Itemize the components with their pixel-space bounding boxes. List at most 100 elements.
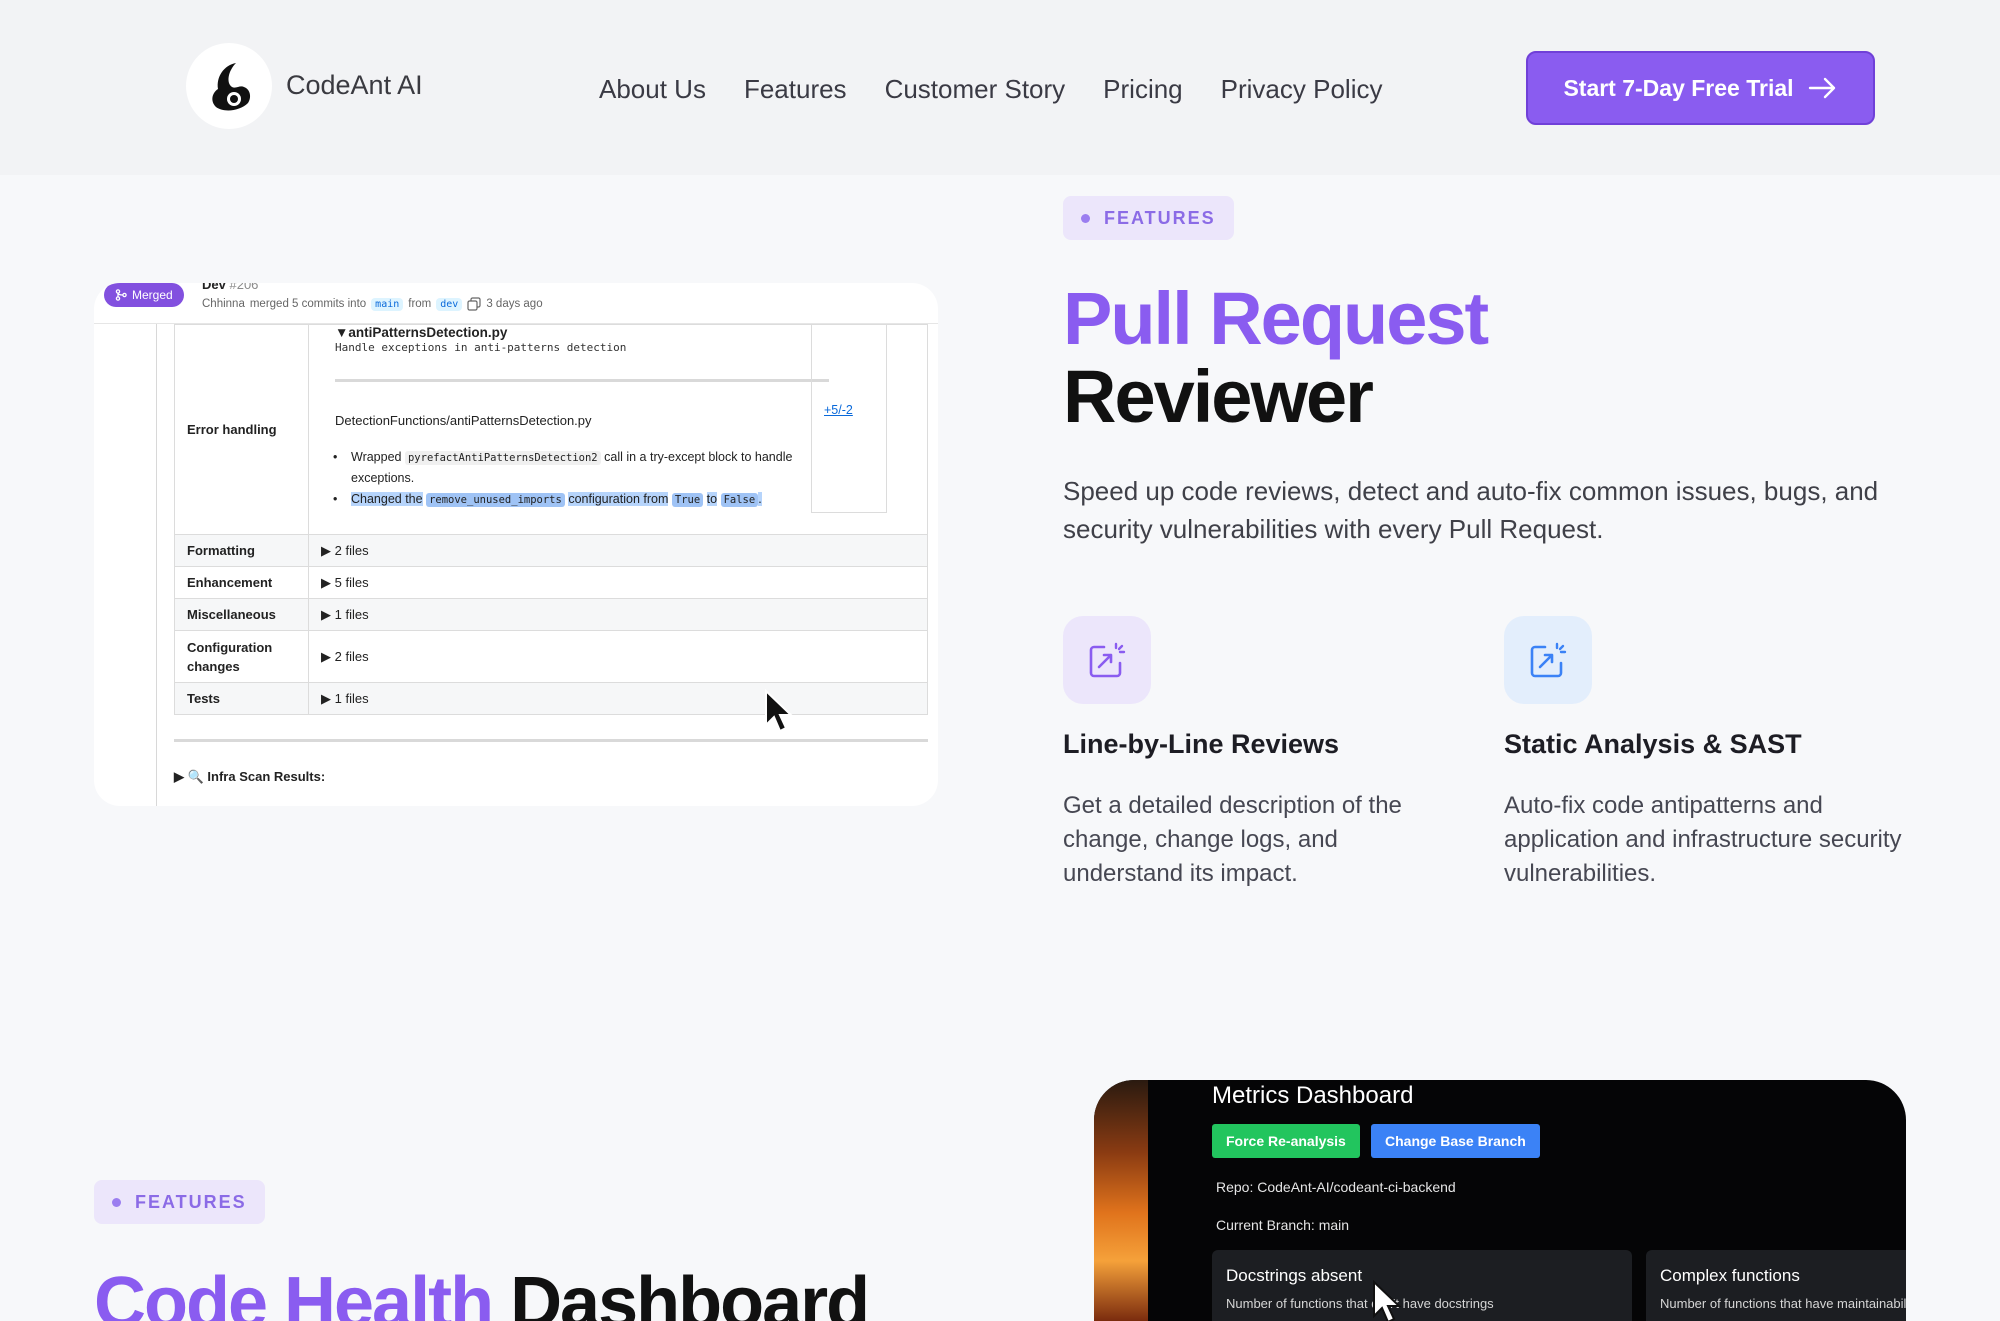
section-title-dark: Reviewer xyxy=(1063,355,1374,438)
bullet-code: pyrefactAntiPatternsDetection2 xyxy=(404,451,601,465)
codeant-logo[interactable] xyxy=(186,43,272,129)
pull-request-screenshot: Merged Dev #206 Chhinna merged 5 commits… xyxy=(94,283,938,806)
features-tag: FEATURES xyxy=(1063,196,1234,240)
pr-author[interactable]: Chhinna xyxy=(202,298,245,310)
files-toggle[interactable]: ▶ 2 files xyxy=(308,630,928,683)
mouse-cursor-icon xyxy=(765,689,794,733)
bullet-text: Changed the xyxy=(351,492,423,506)
head-branch-chip[interactable]: dev xyxy=(436,297,463,311)
tag-label: FEATURES xyxy=(1104,207,1216,228)
file-path: DetectionFunctions/antiPatternsDetection… xyxy=(335,413,592,428)
table-row: Miscellaneous ▶ 1 files xyxy=(174,598,928,631)
diff-link[interactable]: +5/-2 xyxy=(824,403,853,417)
bullet-code: False xyxy=(720,493,759,507)
nav-link-pricing[interactable]: Pricing xyxy=(1103,74,1182,105)
arrow-right-icon xyxy=(1808,77,1835,99)
file-divider xyxy=(335,379,829,382)
table-row: Configuration changes ▶ 2 files xyxy=(174,630,928,683)
table-row: Formatting ▶ 2 files xyxy=(174,534,928,567)
top-navbar: CodeAnt AI About Us Features Customer St… xyxy=(0,0,2000,175)
nav-link-privacy-policy[interactable]: Privacy Policy xyxy=(1221,74,1383,105)
section-title-colored: Pull Request xyxy=(1063,277,1489,360)
file-detail-box: ▼antiPatternsDetection.py Handle excepti… xyxy=(319,325,829,513)
metric-title: Docstrings absent xyxy=(1226,1266,1363,1285)
diff-column: +5/-2 xyxy=(811,325,887,513)
bullet-code: True xyxy=(671,493,704,507)
feature-title: Line-by-Line Reviews xyxy=(1063,729,1340,759)
file-toggle[interactable]: ▼antiPatternsDetection.py xyxy=(335,325,507,340)
tag-label: FEATURES xyxy=(135,1191,247,1212)
files-toggle[interactable]: ▶ 1 files xyxy=(308,682,928,715)
bullet-text: . xyxy=(758,492,762,506)
row-label: Formatting xyxy=(174,534,309,567)
share-box-icon xyxy=(1089,642,1126,678)
nav-link-features[interactable]: Features xyxy=(744,74,847,105)
from-word: from xyxy=(408,298,432,310)
table-row: Enhancement ▶ 5 files xyxy=(174,566,928,599)
metric-desc: Number of functions that have maintainab… xyxy=(1660,1296,1906,1311)
row-label: Miscellaneous xyxy=(174,598,309,631)
pr-subtitle: Chhinna merged 5 commits into main from … xyxy=(202,297,543,311)
feature-icon-box xyxy=(1063,616,1151,704)
change-base-branch-button[interactable]: Change Base Branch xyxy=(1371,1124,1540,1158)
pr-title[interactable]: Dev #206 xyxy=(202,283,258,292)
bullet-text: to xyxy=(706,492,718,506)
file-name: antiPatternsDetection.py xyxy=(348,325,508,340)
change-bullet-highlighted: Changed the remove_unused_imports config… xyxy=(333,489,821,510)
brand-name[interactable]: CodeAnt AI xyxy=(286,70,423,101)
gradient-glow xyxy=(1094,1080,1148,1321)
bullet-code: remove_unused_imports xyxy=(426,493,565,507)
tag-dot xyxy=(112,1197,121,1207)
section-lead: Speed up code reviews, detect and auto-f… xyxy=(1063,476,1879,544)
error-handling-cell: ▼antiPatternsDetection.py Handle excepti… xyxy=(308,324,928,535)
metric-desc: Number of functions that don't have docs… xyxy=(1226,1296,1494,1311)
dashboard-title-dark: Dashboard xyxy=(510,1263,870,1321)
feature-icon-box xyxy=(1504,616,1592,704)
row-label: Error handling xyxy=(174,324,309,535)
merge-icon xyxy=(115,289,127,301)
pr-time-ago: 3 days ago xyxy=(486,298,543,310)
feature-title: Static Analysis & SAST xyxy=(1504,729,1802,759)
file-note: Handle exceptions in anti-patterns detec… xyxy=(335,341,627,354)
copy-icon[interactable] xyxy=(467,297,481,311)
repo-label: Repo: CodeAnt-AI/codeant-ci-backend xyxy=(1216,1179,1456,1195)
files-toggle[interactable]: ▶ 2 files xyxy=(308,534,928,567)
change-bullet: Wrapped pyrefactAntiPatternsDetection2 c… xyxy=(333,447,821,488)
start-trial-label: Start 7-Day Free Trial xyxy=(1563,74,1794,101)
merged-label: Merged xyxy=(132,288,173,302)
table-row: Error handling ▼antiPatternsDetection.py… xyxy=(174,324,928,535)
start-trial-button[interactable]: Start 7-Day Free Trial xyxy=(1526,51,1875,125)
metric-title: Complex functions xyxy=(1660,1266,1800,1285)
metric-card[interactable]: Complex functions Number of functions th… xyxy=(1646,1250,1906,1321)
feature-desc: Auto-fix code antipatterns and applicati… xyxy=(1504,792,1902,887)
changes-table: Error handling ▼antiPatternsDetection.py… xyxy=(174,324,928,715)
share-box-icon xyxy=(1530,642,1567,678)
files-toggle[interactable]: ▶ 1 files xyxy=(308,598,928,631)
tag-dot xyxy=(1081,213,1090,223)
mouse-cursor-icon xyxy=(1373,1280,1402,1321)
row-label: Tests xyxy=(174,682,309,715)
infra-scan-toggle[interactable]: ▶ 🔍 Infra Scan Results: xyxy=(174,769,325,785)
dashboard-title: Code Health Dashboard xyxy=(94,1262,870,1321)
force-reanalysis-button[interactable]: Force Re-analysis xyxy=(1212,1124,1360,1158)
timeline-line xyxy=(156,324,157,806)
nav-link-customer-story[interactable]: Customer Story xyxy=(885,74,1066,105)
table-row: Tests ▶ 1 files xyxy=(174,682,928,715)
nav-link-about-us[interactable]: About Us xyxy=(599,74,706,105)
pr-merged-text: merged 5 commits into xyxy=(249,298,367,310)
ant-logo-icon xyxy=(212,63,251,111)
pr-title-text: Dev xyxy=(202,283,226,292)
bullet-text: Wrapped xyxy=(351,450,402,464)
base-branch-chip[interactable]: main xyxy=(371,297,404,311)
files-toggle[interactable]: ▶ 5 files xyxy=(308,566,928,599)
row-label: Configuration changes xyxy=(174,630,309,683)
metric-card[interactable]: Docstrings absent Number of functions th… xyxy=(1212,1250,1632,1321)
features-tag: FEATURES xyxy=(94,1180,265,1224)
dashboard-title-colored: Code Health xyxy=(94,1263,494,1321)
feature-desc: Get a detailed description of the change… xyxy=(1063,792,1402,887)
nav-links: About Us Features Customer Story Pricing… xyxy=(599,74,1382,105)
pr-number: #206 xyxy=(229,283,259,292)
table-bottom-divider xyxy=(174,739,928,742)
row-label: Enhancement xyxy=(174,566,309,599)
dashboard-heading: Metrics Dashboard xyxy=(1212,1082,1414,1109)
